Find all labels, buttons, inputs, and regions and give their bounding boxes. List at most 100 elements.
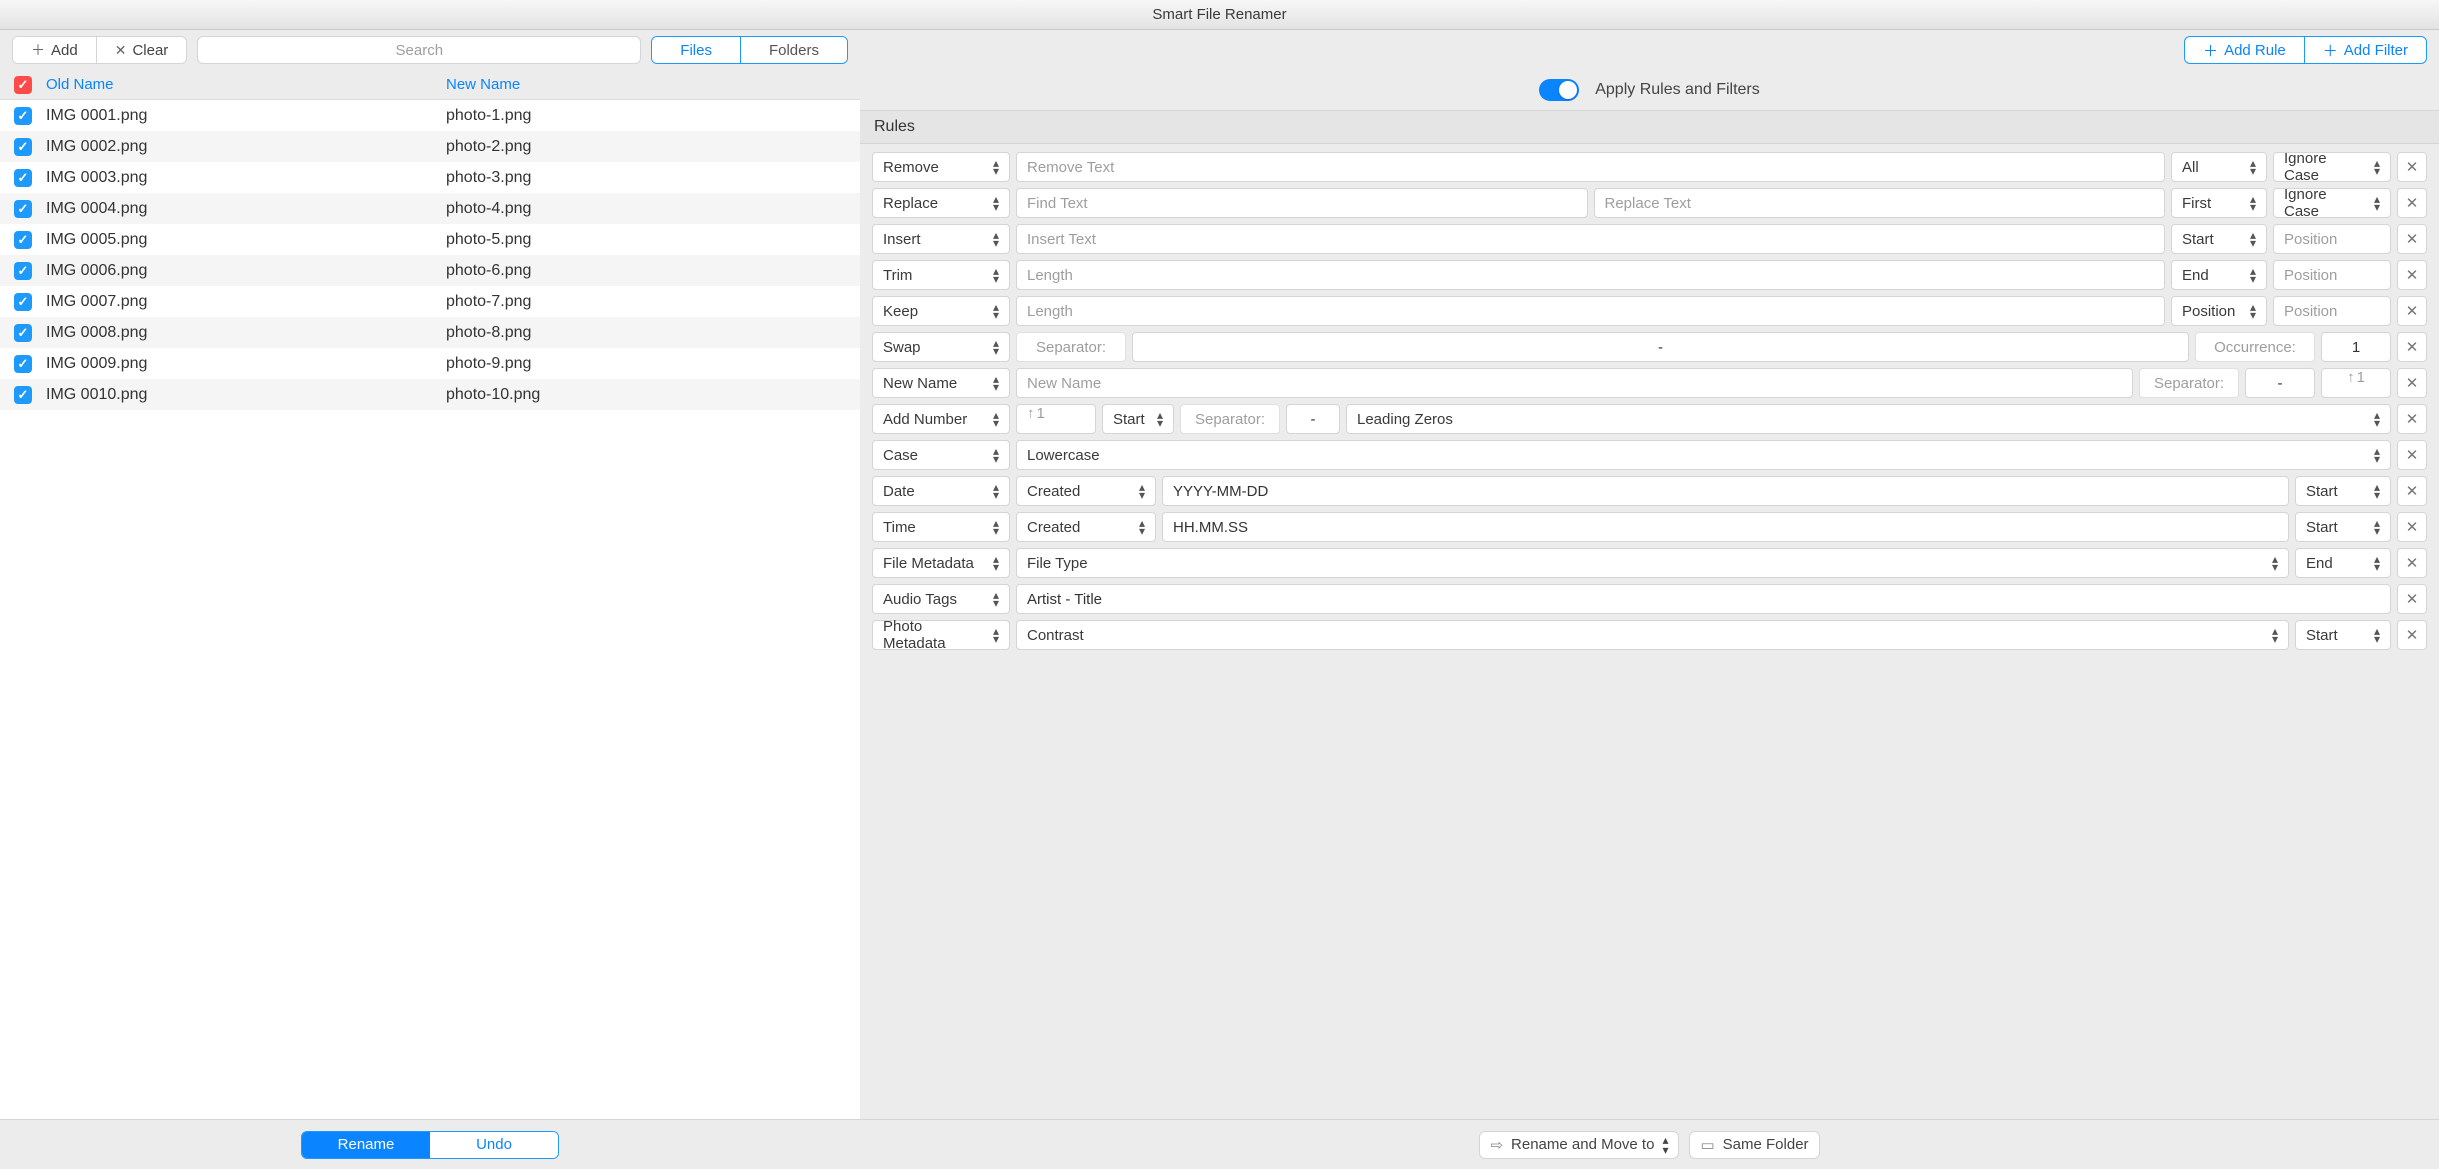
position-select[interactable]: Start [2295,620,2391,650]
date-source-select[interactable]: Created [1016,476,1156,506]
table-row[interactable]: IMG 0007.pngphoto-7.png [0,286,860,317]
row-checkbox[interactable] [14,293,32,311]
rule-action-select[interactable]: Photo Metadata [872,620,1010,650]
rule-action-select[interactable]: Audio Tags [872,584,1010,614]
rename-move-select[interactable]: ⇨ Rename and Move to [1479,1131,1679,1159]
time-format-input[interactable] [1162,512,2289,542]
new-name-input[interactable] [1016,368,2133,398]
add-rule-button[interactable]: ＋ Add Rule [2184,36,2305,64]
delete-rule-button[interactable]: ✕ [2397,512,2427,542]
scope-select[interactable]: All [2171,152,2267,182]
header-checkbox[interactable] [14,76,32,94]
length-input[interactable] [1016,296,2165,326]
table-row[interactable]: IMG 0008.pngphoto-8.png [0,317,860,348]
delete-rule-button[interactable]: ✕ [2397,368,2427,398]
rule-action-select[interactable]: Time [872,512,1010,542]
position-select[interactable]: Start [2295,476,2391,506]
separator-input[interactable] [2245,368,2315,398]
table-row[interactable]: IMG 0001.pngphoto-1.png [0,100,860,131]
date-format-input[interactable] [1162,476,2289,506]
table-row[interactable]: IMG 0003.pngphoto-3.png [0,162,860,193]
position-select[interactable]: Position [2171,296,2267,326]
position-input[interactable] [2273,296,2391,326]
start-number-input[interactable]: 1 [1016,404,1096,434]
position-select[interactable]: End [2295,548,2391,578]
apply-toggle[interactable] [1539,79,1579,101]
row-checkbox[interactable] [14,169,32,187]
position-select[interactable]: Start [1102,404,1174,434]
position-select[interactable]: Start [2295,512,2391,542]
row-checkbox[interactable] [14,107,32,125]
row-checkbox[interactable] [14,231,32,249]
separator-input[interactable] [1132,332,2189,362]
undo-button[interactable]: Undo [430,1132,558,1158]
case-select[interactable]: Ignore Case [2273,188,2391,218]
insert-text-input[interactable] [1016,224,2165,254]
replace-text-input[interactable] [1594,188,2166,218]
rule-action-select[interactable]: Insert [872,224,1010,254]
metadata-field-select[interactable]: File Type [1016,548,2289,578]
time-source-select[interactable]: Created [1016,512,1156,542]
audio-tags-input[interactable] [1016,584,2391,614]
destination-folder-button[interactable]: ▭ Same Folder [1689,1131,1819,1159]
separator-input[interactable] [1286,404,1340,434]
rule-action-select[interactable]: Keep [872,296,1010,326]
row-checkbox[interactable] [14,138,32,156]
delete-rule-button[interactable]: ✕ [2397,152,2427,182]
table-row[interactable]: IMG 0002.pngphoto-2.png [0,131,860,162]
table-row[interactable]: IMG 0005.pngphoto-5.png [0,224,860,255]
delete-rule-button[interactable]: ✕ [2397,404,2427,434]
add-filter-button[interactable]: ＋ Add Filter [2304,36,2427,64]
segment-folders[interactable]: Folders [740,37,847,63]
clear-button[interactable]: ✕ Clear [96,37,187,63]
header-old-name[interactable]: Old Name [46,76,446,93]
row-checkbox[interactable] [14,324,32,342]
length-input[interactable] [1016,260,2165,290]
rule-action-select[interactable]: New Name [872,368,1010,398]
rule-action-select[interactable]: Trim [872,260,1010,290]
add-button[interactable]: ＋ Add [13,37,96,63]
row-checkbox[interactable] [14,200,32,218]
delete-rule-button[interactable]: ✕ [2397,188,2427,218]
rule-action-select[interactable]: Swap [872,332,1010,362]
header-new-name[interactable]: New Name [446,76,860,93]
delete-rule-button[interactable]: ✕ [2397,476,2427,506]
rule-action-select[interactable]: Case [872,440,1010,470]
table-row[interactable]: IMG 0010.pngphoto-10.png [0,379,860,410]
delete-rule-button[interactable]: ✕ [2397,332,2427,362]
delete-rule-button[interactable]: ✕ [2397,584,2427,614]
delete-rule-button[interactable]: ✕ [2397,440,2427,470]
segment-files[interactable]: Files [652,37,740,63]
table-row[interactable]: IMG 0009.pngphoto-9.png [0,348,860,379]
table-row[interactable]: IMG 0006.pngphoto-6.png [0,255,860,286]
row-checkbox[interactable] [14,355,32,373]
rule-action-select[interactable]: Add Number [872,404,1010,434]
delete-rule-button[interactable]: ✕ [2397,620,2427,650]
row-checkbox[interactable] [14,386,32,404]
position-input[interactable] [2273,260,2391,290]
rule-action-select[interactable]: Replace [872,188,1010,218]
search-input[interactable] [197,36,641,64]
position-select[interactable]: End [2171,260,2267,290]
rule-action-select[interactable]: File Metadata [872,548,1010,578]
find-text-input[interactable] [1016,188,1588,218]
delete-rule-button[interactable]: ✕ [2397,548,2427,578]
delete-rule-button[interactable]: ✕ [2397,296,2427,326]
row-checkbox[interactable] [14,262,32,280]
rule-action-select[interactable]: Date [872,476,1010,506]
table-row[interactable]: IMG 0004.pngphoto-4.png [0,193,860,224]
position-select[interactable]: Start [2171,224,2267,254]
delete-rule-button[interactable]: ✕ [2397,260,2427,290]
occurrence-input[interactable] [2321,332,2391,362]
photo-field-select[interactable]: Contrast [1016,620,2289,650]
case-select[interactable]: Ignore Case [2273,152,2391,182]
delete-rule-button[interactable]: ✕ [2397,224,2427,254]
rename-button[interactable]: Rename [302,1132,430,1158]
start-number-input[interactable]: 1 [2321,368,2391,398]
case-value-select[interactable]: Lowercase [1016,440,2391,470]
leading-zeros-select[interactable]: Leading Zeros [1346,404,2391,434]
rule-action-select[interactable]: Remove [872,152,1010,182]
position-input[interactable] [2273,224,2391,254]
remove-text-input[interactable] [1016,152,2165,182]
scope-select[interactable]: First [2171,188,2267,218]
